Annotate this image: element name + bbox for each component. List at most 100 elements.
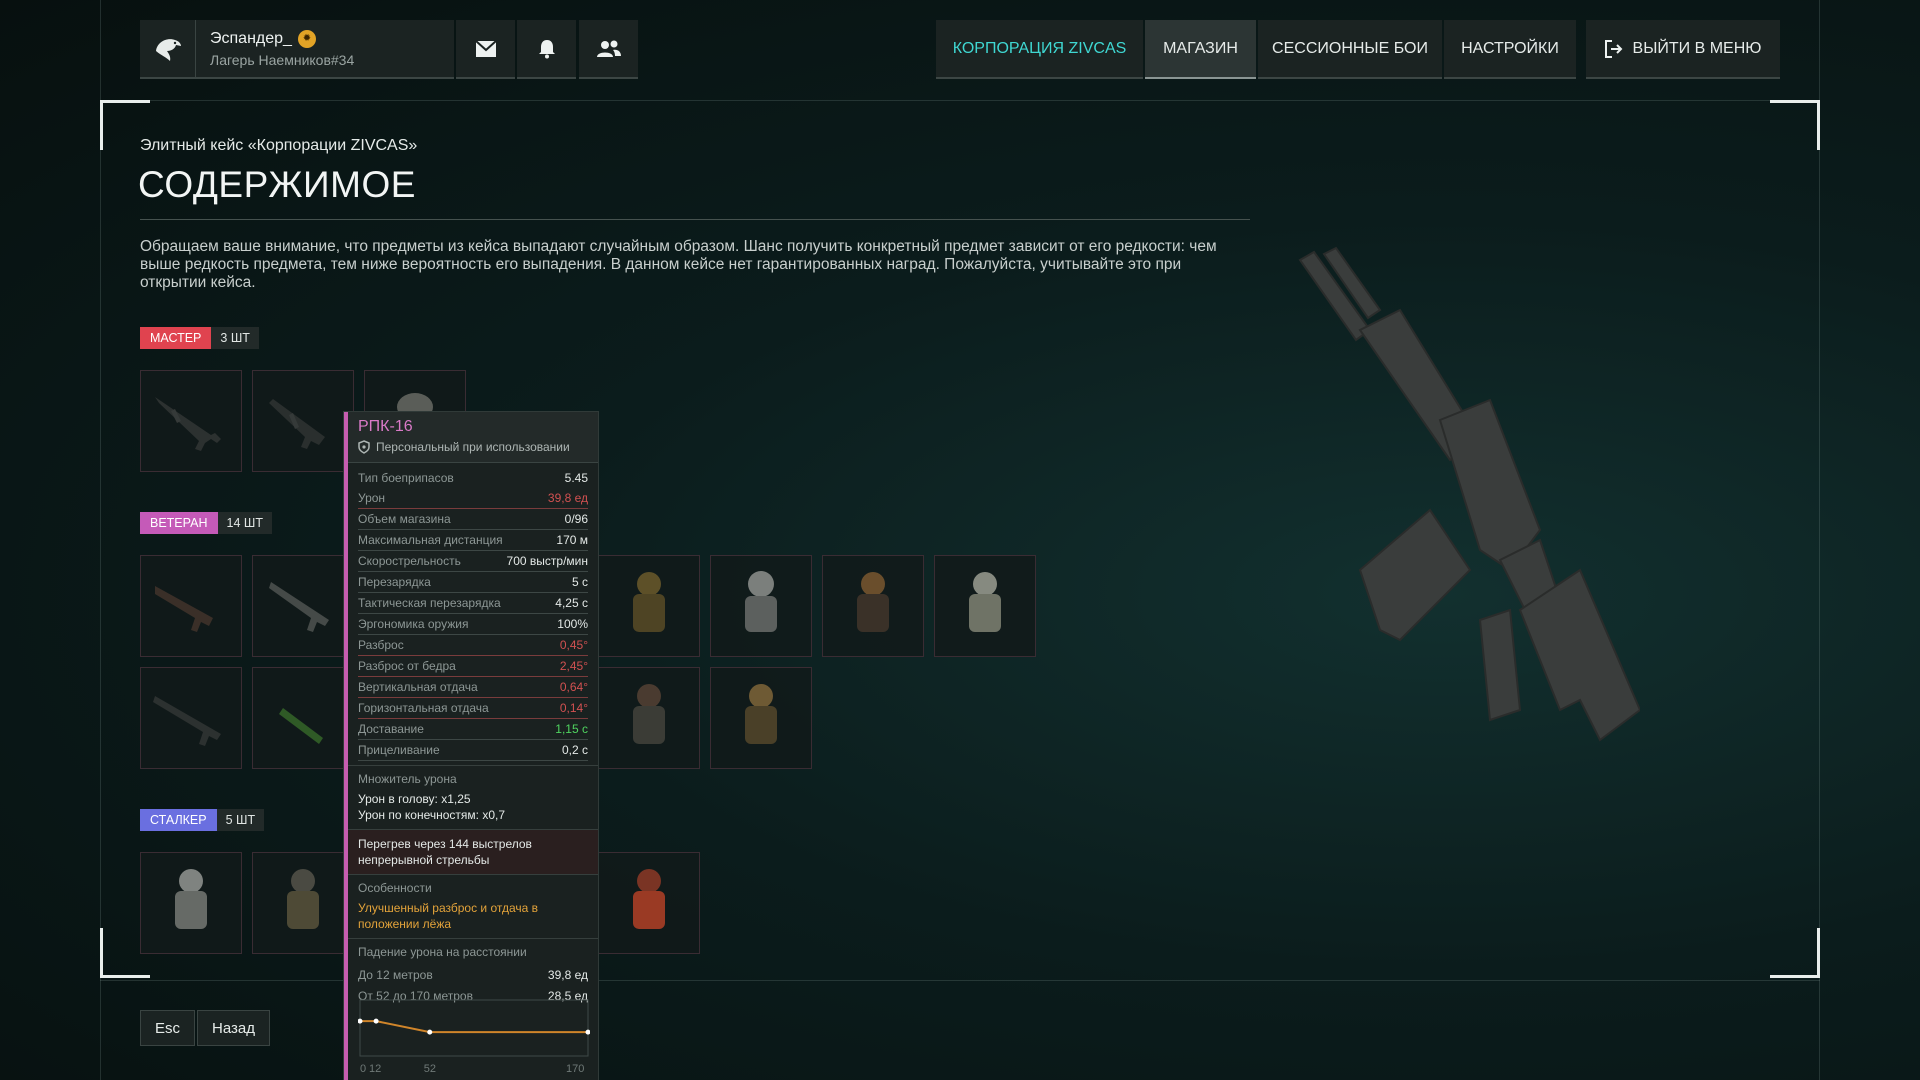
rarity-tag-stalker: СТАЛКЕР 5 ШТ [140,809,265,831]
chart-frame [359,999,589,1057]
armor-icon [745,571,777,632]
item-slot[interactable] [598,555,700,657]
rifle-icon [155,586,213,632]
armor-icon [633,684,665,744]
falloff-point [358,1018,363,1024]
falloff-point [427,1029,433,1035]
rifle-icon [153,696,221,746]
stat-row: Урон 39,8 ед [358,488,588,509]
tab-shop[interactable]: МАГАЗИН [1145,20,1256,79]
item-slot[interactable] [598,852,700,954]
item-tooltip: РПК-16 Персональный при использовании Ти… [344,412,598,1080]
weapon-preview-image [1298,246,1640,742]
stat-row: Горизонтальная отдача 0,14° [358,698,588,719]
username: Эспандер_ ✹ [210,29,354,48]
mail-button[interactable] [456,20,515,79]
eagle-logo-icon [140,20,196,77]
falloff-point [585,1029,590,1035]
rarity-count: 3 ШТ [211,327,259,349]
stat-row: Доставание 1,15 с [358,719,588,740]
stat-row: Скорострельность 700 выстр/мин [358,551,588,572]
tab-session-battles[interactable]: СЕССИОННЫЕ БОИ [1258,20,1442,79]
weapon-name: РПК-16 [358,418,413,435]
camp-name: Лагерь Наемников#34 [210,51,355,68]
rarity-tag-veteran: ВЕТЕРАН 14 ШТ [140,512,272,534]
rarity-tag-master: МАСТЕР 3 ШТ [140,327,259,349]
features-section: Особенности Улучшенный разброс и отдача … [348,874,598,938]
esc-key[interactable]: Esc [140,1010,196,1046]
frame-line-right [1819,0,1820,1080]
rifle-icon [155,397,221,451]
back-control: Esc Назад [140,1010,270,1046]
bell-icon [538,39,555,58]
tab-settings[interactable]: НАСТРОЙКИ [1444,20,1576,79]
falloff-tick-label: 52 [424,1063,436,1075]
rifle-icon [269,582,329,632]
corner-bracket [1770,100,1820,150]
armor-icon [857,572,889,632]
corner-bracket [1770,928,1820,978]
case-name: Элитный кейс «Корпорации ZIVCAS» [140,137,418,154]
item-slot[interactable] [252,370,354,472]
rank-badge-icon: ✹ [297,29,316,48]
falloff-tick-label: 170 [566,1063,584,1075]
falloff-row: До 12 метров 39,8 ед [358,967,588,982]
item-slot[interactable] [710,555,812,657]
profile-panel[interactable]: Эспандер_ ✹ Лагерь Наемников#34 [140,20,454,79]
stat-row: Тактическая перезарядка 4,25 с [358,593,588,614]
armor-icon [175,869,207,929]
friends-button[interactable] [579,20,638,79]
armor-icon [287,869,319,929]
armor-icon [633,572,665,632]
item-slot[interactable] [934,555,1036,657]
item-slot[interactable] [252,555,354,657]
rarity-label: МАСТЕР [140,327,212,349]
armor-icon [633,869,665,929]
page-title: СОДЕРЖИМОЕ [138,164,416,205]
damage-multiplier-section: Множитель урона Урон в голову: x1,25 Уро… [348,765,598,829]
stats-list: Тип боеприпасов 5.45 Урон 39,8 ед Объем ма… [348,463,598,765]
armor-icon [969,572,1001,632]
damage-falloff-chart: 0 12 52 170 [358,999,590,1075]
stat-row: Эргономика оружия 100% [358,614,588,635]
friends-icon [596,40,621,57]
item-slot[interactable] [140,555,242,657]
stat-row: Вертикальная отдача 0,64° [358,677,588,698]
exit-to-menu-button[interactable]: ВЫЙТИ В МЕНЮ [1586,20,1780,79]
falloff-point [373,1018,379,1024]
stat-row: Перезарядка 5 с [358,572,588,593]
rarity-count: 5 ШТ [216,809,265,831]
item-slot[interactable] [598,667,700,769]
mail-icon [474,39,497,57]
stat-row: Разброс 0,45° [358,635,588,656]
frame-line-top [100,100,1820,101]
overheat-section: Перегрев через 144 выстрелов непрерывной… [348,829,598,874]
stat-row: Прицеливание 0,2 с [358,740,588,761]
back-button[interactable]: Назад [197,1010,270,1046]
frame-line-left [100,0,101,1080]
item-slot[interactable] [252,667,354,769]
item-slot[interactable] [710,667,812,769]
personal-note: Персональный при использовании [358,440,590,454]
item-slot[interactable] [140,852,242,954]
notifications-button[interactable] [517,20,576,79]
stat-row: Объем магазина 0/96 [358,509,588,530]
exit-label: ВЫЙТИ В МЕНЮ [1632,39,1762,57]
exit-icon [1604,39,1622,58]
divider [140,219,1250,220]
rarity-label: СТАЛКЕР [140,809,217,831]
falloff-tick-label: 12 [369,1063,381,1075]
item-slot[interactable] [252,852,354,954]
drop-notice: Обращаем ваше внимание, что предметы из … [140,238,1217,291]
item-slot[interactable] [140,370,242,472]
stat-row: Разброс от бедра 2,45° [358,656,588,677]
rarity-count: 14 ШТ [217,512,272,534]
stat-row: Максимальная дистанция 170 м [358,530,588,551]
item-slot[interactable] [822,555,924,657]
item-slot[interactable] [140,667,242,769]
rifle-icon [279,708,323,744]
armor-icon [745,684,777,744]
shield-icon [358,440,370,454]
falloff-line [360,1020,588,1034]
tab-zivcas[interactable]: КОРПОРАЦИЯ ZIVCAS [936,20,1143,79]
